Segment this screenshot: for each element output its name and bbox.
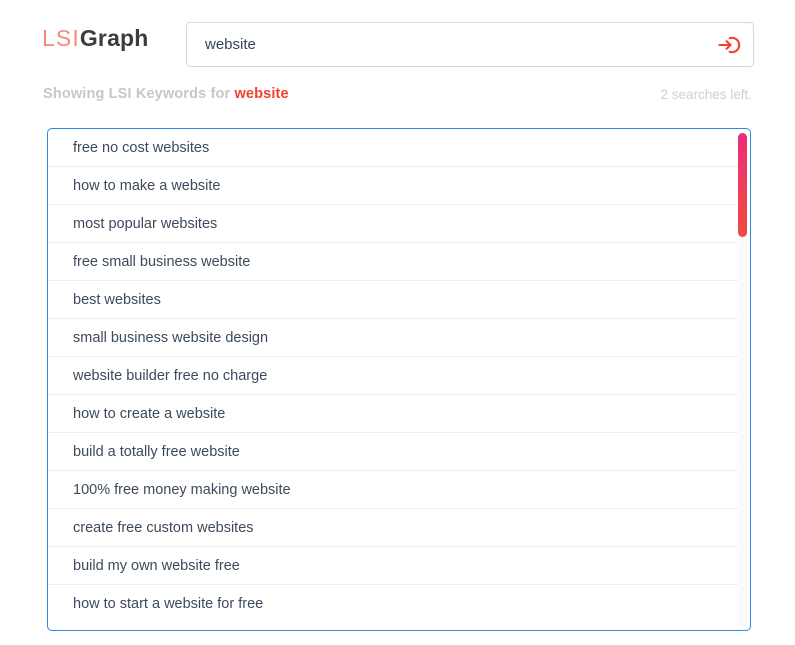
keyword-list-item[interactable]: how to make a website (48, 167, 738, 205)
arrow-into-circle-icon (717, 33, 741, 57)
app-logo[interactable]: LSIGraph (42, 24, 149, 52)
keyword-list-item[interactable]: 100% free money making website (48, 471, 738, 509)
keyword-list-item[interactable]: small business website design (48, 319, 738, 357)
results-scrollbar-thumb[interactable] (738, 133, 747, 237)
logo-text-secondary: Graph (80, 25, 149, 51)
app-header: LSIGraph (0, 18, 795, 68)
app-page: LSIGraph Showing LSI Keywords for websit… (0, 0, 795, 645)
status-row: Showing LSI Keywords for website 2 searc… (0, 86, 795, 108)
keyword-list-item[interactable]: build a totally free website (48, 433, 738, 471)
keyword-results-panel: free no cost websiteshow to make a websi… (47, 128, 751, 631)
results-summary: Showing LSI Keywords for website (43, 86, 289, 102)
keyword-list-item[interactable]: create free custom websites (48, 509, 738, 547)
keyword-list-item[interactable]: best websites (48, 281, 738, 319)
results-scrollbar-track[interactable] (738, 132, 747, 627)
search-bar[interactable] (186, 22, 754, 67)
keyword-list-item[interactable]: website builder free no charge (48, 357, 738, 395)
logo-text-primary: LSI (42, 25, 80, 51)
keyword-list-item[interactable]: how to start a website for free (48, 585, 738, 623)
results-summary-keyword: website (234, 86, 288, 102)
keyword-list: free no cost websiteshow to make a websi… (48, 129, 738, 623)
results-summary-prefix: Showing LSI Keywords for (43, 86, 234, 102)
search-input[interactable] (187, 23, 707, 66)
searches-left-counter: 2 searches left. (660, 87, 752, 102)
search-submit-button[interactable] (716, 32, 742, 58)
keyword-list-item[interactable]: how to create a website (48, 395, 738, 433)
keyword-results-scroll-area[interactable]: free no cost websiteshow to make a websi… (48, 129, 738, 630)
keyword-list-item[interactable]: free no cost websites (48, 129, 738, 167)
keyword-list-item[interactable]: free small business website (48, 243, 738, 281)
keyword-list-item[interactable]: most popular websites (48, 205, 738, 243)
keyword-list-item[interactable]: build my own website free (48, 547, 738, 585)
